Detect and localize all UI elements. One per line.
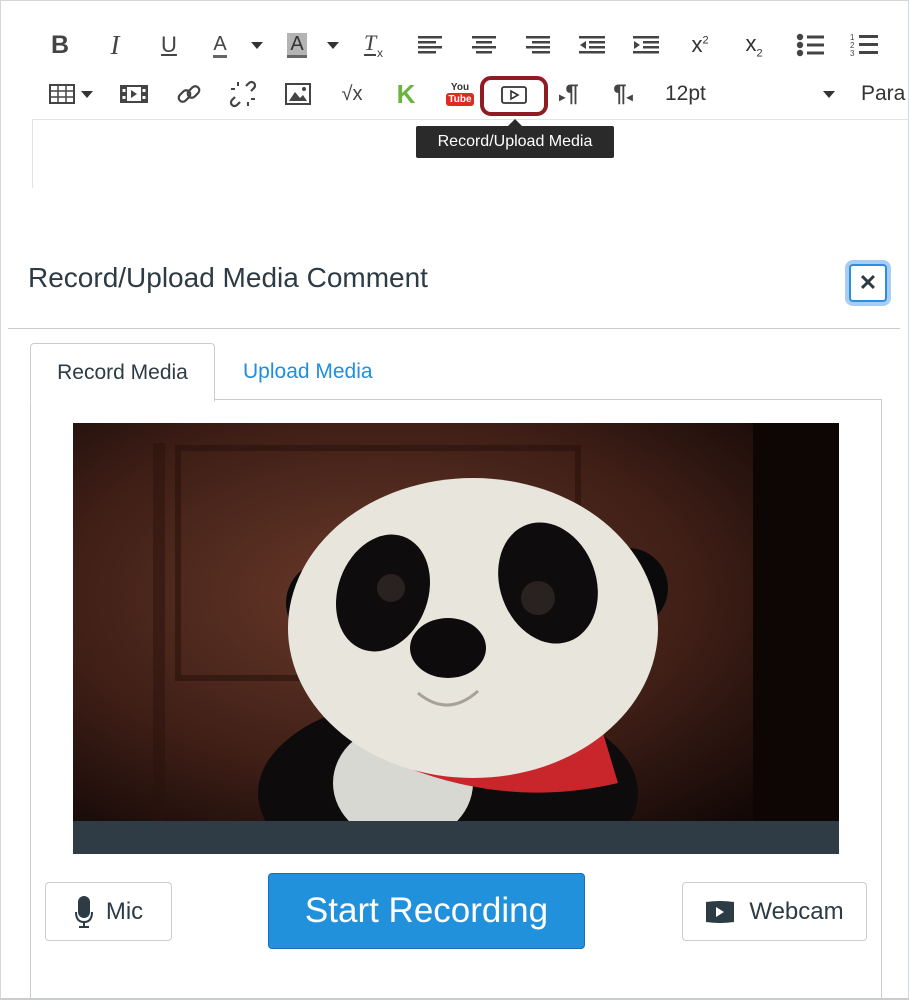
unlink-icon xyxy=(229,80,257,108)
background-color-button[interactable]: A xyxy=(283,30,311,60)
subscript-digit: 2 xyxy=(756,47,763,60)
underline-icon: U xyxy=(161,32,177,57)
youtube-button[interactable]: You Tube xyxy=(446,79,474,109)
paragraph-format-select[interactable]: Para xyxy=(859,79,909,109)
caret-down-icon xyxy=(251,41,263,49)
superscript-button[interactable]: x2 xyxy=(685,30,715,60)
align-center-icon xyxy=(472,36,496,54)
mic-label: Mic xyxy=(105,897,144,925)
clear-formatting-button[interactable]: Tx xyxy=(360,30,390,60)
italic-button[interactable]: I xyxy=(101,30,129,60)
superscript-digit: 2 xyxy=(702,34,709,47)
dialog-divider xyxy=(8,328,900,329)
font-size-value: 12pt xyxy=(665,82,706,105)
italic-icon: I xyxy=(110,29,120,60)
youtube-top-text: You xyxy=(450,82,470,93)
numbered-list-icon: 123 xyxy=(850,33,878,58)
font-size-select[interactable]: 12pt xyxy=(655,79,835,109)
bullet-list-button[interactable] xyxy=(795,30,825,60)
superscript-icon: x2 xyxy=(691,32,708,58)
film-icon xyxy=(120,85,148,103)
align-left-icon xyxy=(418,36,442,54)
superscript-glyph: x xyxy=(691,32,703,57)
image-button[interactable] xyxy=(283,79,313,109)
align-left-button[interactable] xyxy=(415,30,445,60)
clear-formatting-icon: Tx xyxy=(364,32,383,58)
bullet-list-icon xyxy=(796,33,824,57)
image-icon xyxy=(285,83,311,105)
tab-upload-media[interactable]: Upload Media xyxy=(243,343,373,400)
tab-record-media[interactable]: Record Media xyxy=(30,343,215,402)
dialog-title: Record/Upload Media Comment xyxy=(28,262,428,293)
webcam-button[interactable]: Webcam xyxy=(682,882,867,941)
subscript-button[interactable]: x2 xyxy=(739,30,769,60)
start-recording-label: Start Recording xyxy=(304,891,549,930)
microphone-icon xyxy=(74,895,93,928)
youtube-bottom-text: Tube xyxy=(446,93,474,106)
youtube-icon: You Tube xyxy=(446,82,474,106)
svg-text:T: T xyxy=(364,32,378,55)
indent-button[interactable] xyxy=(631,30,661,60)
close-button[interactable]: ✕ xyxy=(849,264,887,302)
paragraph-format-value: Para xyxy=(861,82,906,105)
numbered-list-button[interactable]: 123 xyxy=(849,30,879,60)
webcam-icon xyxy=(706,900,735,923)
bold-button[interactable]: B xyxy=(46,30,74,60)
outdent-button[interactable] xyxy=(577,30,607,60)
webcam-image xyxy=(73,423,839,854)
k-logo-icon: K xyxy=(396,78,416,109)
caret-down-icon xyxy=(823,90,835,98)
link-button[interactable] xyxy=(174,79,204,109)
kaltura-button[interactable]: K xyxy=(393,79,419,109)
caret-down-icon xyxy=(81,90,93,98)
webcam-label: Webcam xyxy=(749,897,844,925)
subscript-icon: x2 xyxy=(745,30,763,60)
rtl-paragraph-icon: ¶◂ xyxy=(613,80,633,107)
align-center-button[interactable] xyxy=(469,30,499,60)
ltr-button[interactable]: ▸¶ xyxy=(555,79,583,109)
ltr-paragraph-icon: ▸¶ xyxy=(559,80,579,107)
link-icon xyxy=(177,85,201,103)
underline-button[interactable]: U xyxy=(155,30,183,60)
align-right-icon xyxy=(526,36,550,54)
background-color-icon: A xyxy=(287,32,307,58)
background-color-dropdown[interactable] xyxy=(324,30,342,60)
caret-down-icon xyxy=(327,41,339,49)
table-icon xyxy=(49,84,75,104)
text-color-button[interactable]: A xyxy=(205,30,235,60)
svg-text:x: x xyxy=(377,46,383,58)
highlight-ring xyxy=(480,76,548,116)
embed-media-button[interactable] xyxy=(119,79,149,109)
start-recording-button[interactable]: Start Recording xyxy=(268,873,585,949)
text-color-dropdown[interactable] xyxy=(248,30,266,60)
tooltip: Record/Upload Media xyxy=(416,119,614,158)
table-button[interactable] xyxy=(46,79,96,109)
webcam-preview xyxy=(73,423,839,854)
text-color-icon: A xyxy=(213,33,227,58)
align-right-button[interactable] xyxy=(523,30,553,60)
bold-icon: B xyxy=(50,30,70,59)
indent-icon xyxy=(633,36,659,54)
close-icon: ✕ xyxy=(858,270,878,295)
unlink-button[interactable] xyxy=(228,79,258,109)
video-control-bar xyxy=(73,821,839,854)
equation-button[interactable]: √x xyxy=(336,79,368,109)
outdent-icon xyxy=(579,36,605,54)
square-root-icon: √x xyxy=(341,82,363,105)
rtl-button[interactable]: ¶◂ xyxy=(609,79,637,109)
mic-button[interactable]: Mic xyxy=(45,882,172,941)
svg-text:3: 3 xyxy=(850,49,855,58)
